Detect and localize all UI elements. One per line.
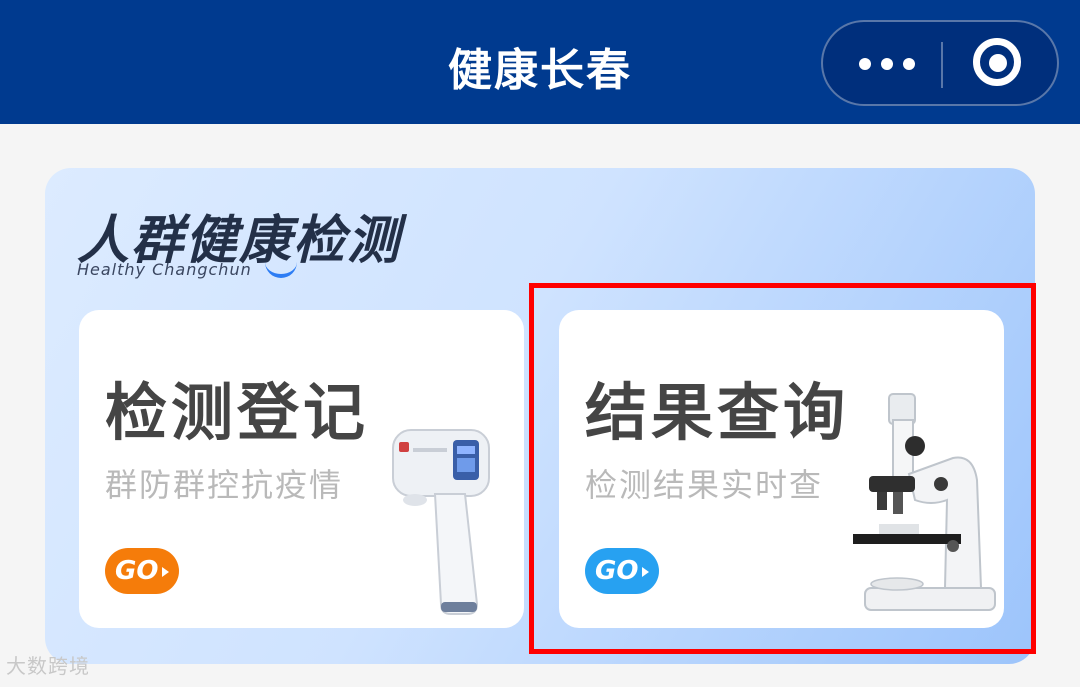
capsule-divider	[941, 42, 943, 88]
highlight-box	[529, 283, 1036, 654]
banner-subtitle: Healthy Changchun	[77, 260, 252, 279]
smile-icon	[265, 260, 297, 278]
watermark: 大数跨境	[6, 654, 90, 678]
thermometer-gun-icon	[392, 429, 490, 615]
more-dots-icon[interactable]	[845, 22, 935, 104]
registration-card-title: 检测登记	[105, 376, 370, 449]
registration-card-subtitle: 群防群控抗疫情	[105, 466, 344, 504]
registration-go-button[interactable]: GO	[105, 548, 179, 594]
registration-card[interactable]: 检测登记 群防群控抗疫情 GO	[79, 310, 524, 628]
mini-program-capsule	[821, 20, 1059, 106]
target-close-icon[interactable]	[973, 38, 1023, 88]
top-nav-bar: 健康长春	[0, 0, 1080, 124]
